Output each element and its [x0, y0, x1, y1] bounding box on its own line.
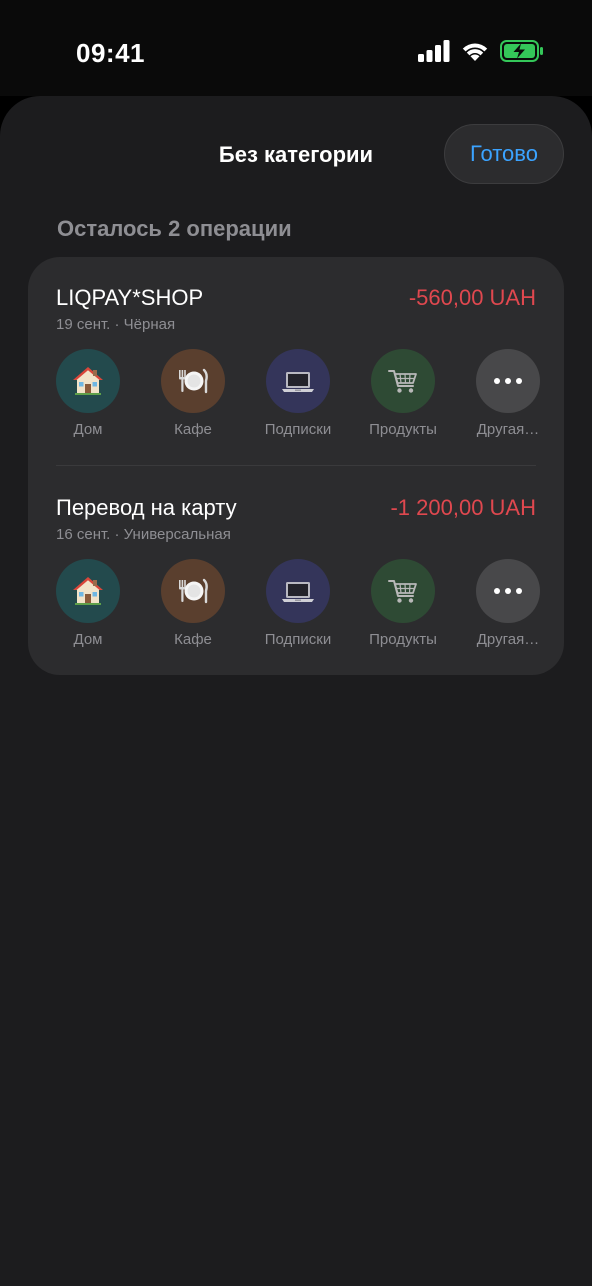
category-button-other[interactable]: Другая…	[460, 559, 556, 648]
category-label: Подписки	[264, 421, 332, 438]
laptop-icon	[266, 349, 330, 413]
battery-charging-icon	[500, 40, 544, 67]
category-label: Продукты	[369, 421, 437, 438]
shopping-cart-icon	[371, 349, 435, 413]
wifi-icon	[460, 40, 490, 67]
transaction-meta: 19 сент. · Чёрная	[56, 316, 176, 333]
divider	[56, 465, 536, 466]
plate-cutlery-icon	[161, 349, 225, 413]
cellular-signal-icon	[418, 40, 450, 67]
more-dots-icon	[476, 559, 540, 623]
remaining-count: Осталось 2 операции	[57, 216, 292, 241]
uncategorized-sheet: Без категории Готово Осталось 2 операции…	[0, 96, 592, 1286]
laptop-icon	[266, 559, 330, 623]
category-label: Другая…	[476, 631, 540, 648]
category-button-groceries[interactable]: Продукты	[355, 559, 451, 648]
transaction-title: LIQPAY*SHOP	[56, 285, 204, 310]
more-dots-icon	[476, 349, 540, 413]
category-button-subscriptions[interactable]: Подписки	[250, 349, 346, 438]
category-button-groceries[interactable]: Продукты	[355, 349, 451, 438]
category-button-subscriptions[interactable]: Подписки	[250, 559, 346, 648]
status-icons	[418, 40, 544, 67]
house-icon	[56, 559, 120, 623]
transaction-title: Перевод на карту	[56, 495, 237, 520]
status-time: 09:41	[76, 38, 145, 68]
category-button-other[interactable]: Другая…	[460, 349, 556, 438]
house-icon	[56, 349, 120, 413]
plate-cutlery-icon	[161, 559, 225, 623]
transaction-amount: -560,00 UAH	[408, 285, 536, 310]
category-picker: Дом Кафе Подписки Продукты Другая…	[40, 349, 556, 438]
category-button-home[interactable]: Дом	[40, 559, 136, 648]
category-label: Подписки	[264, 631, 332, 648]
done-button[interactable]: Готово	[444, 124, 564, 184]
category-label: Продукты	[369, 631, 437, 648]
category-button-home[interactable]: Дом	[40, 349, 136, 438]
category-picker: Дом Кафе Подписки Продукты Другая…	[40, 559, 556, 648]
transaction-amount: -1 200,00 UAH	[390, 495, 536, 520]
status-bar: 09:41	[0, 0, 592, 96]
category-label: Другая…	[476, 421, 540, 438]
transaction-meta: 16 сент. · Универсальная	[56, 526, 231, 543]
category-label: Кафе	[174, 631, 212, 648]
category-label: Дом	[73, 421, 103, 438]
category-button-cafe[interactable]: Кафе	[145, 349, 241, 438]
transactions-card: LIQPAY*SHOP -560,00 UAH 19 сент. · Чёрна…	[28, 257, 564, 675]
category-label: Дом	[73, 631, 103, 648]
category-label: Кафе	[174, 421, 212, 438]
shopping-cart-icon	[371, 559, 435, 623]
category-button-cafe[interactable]: Кафе	[145, 559, 241, 648]
